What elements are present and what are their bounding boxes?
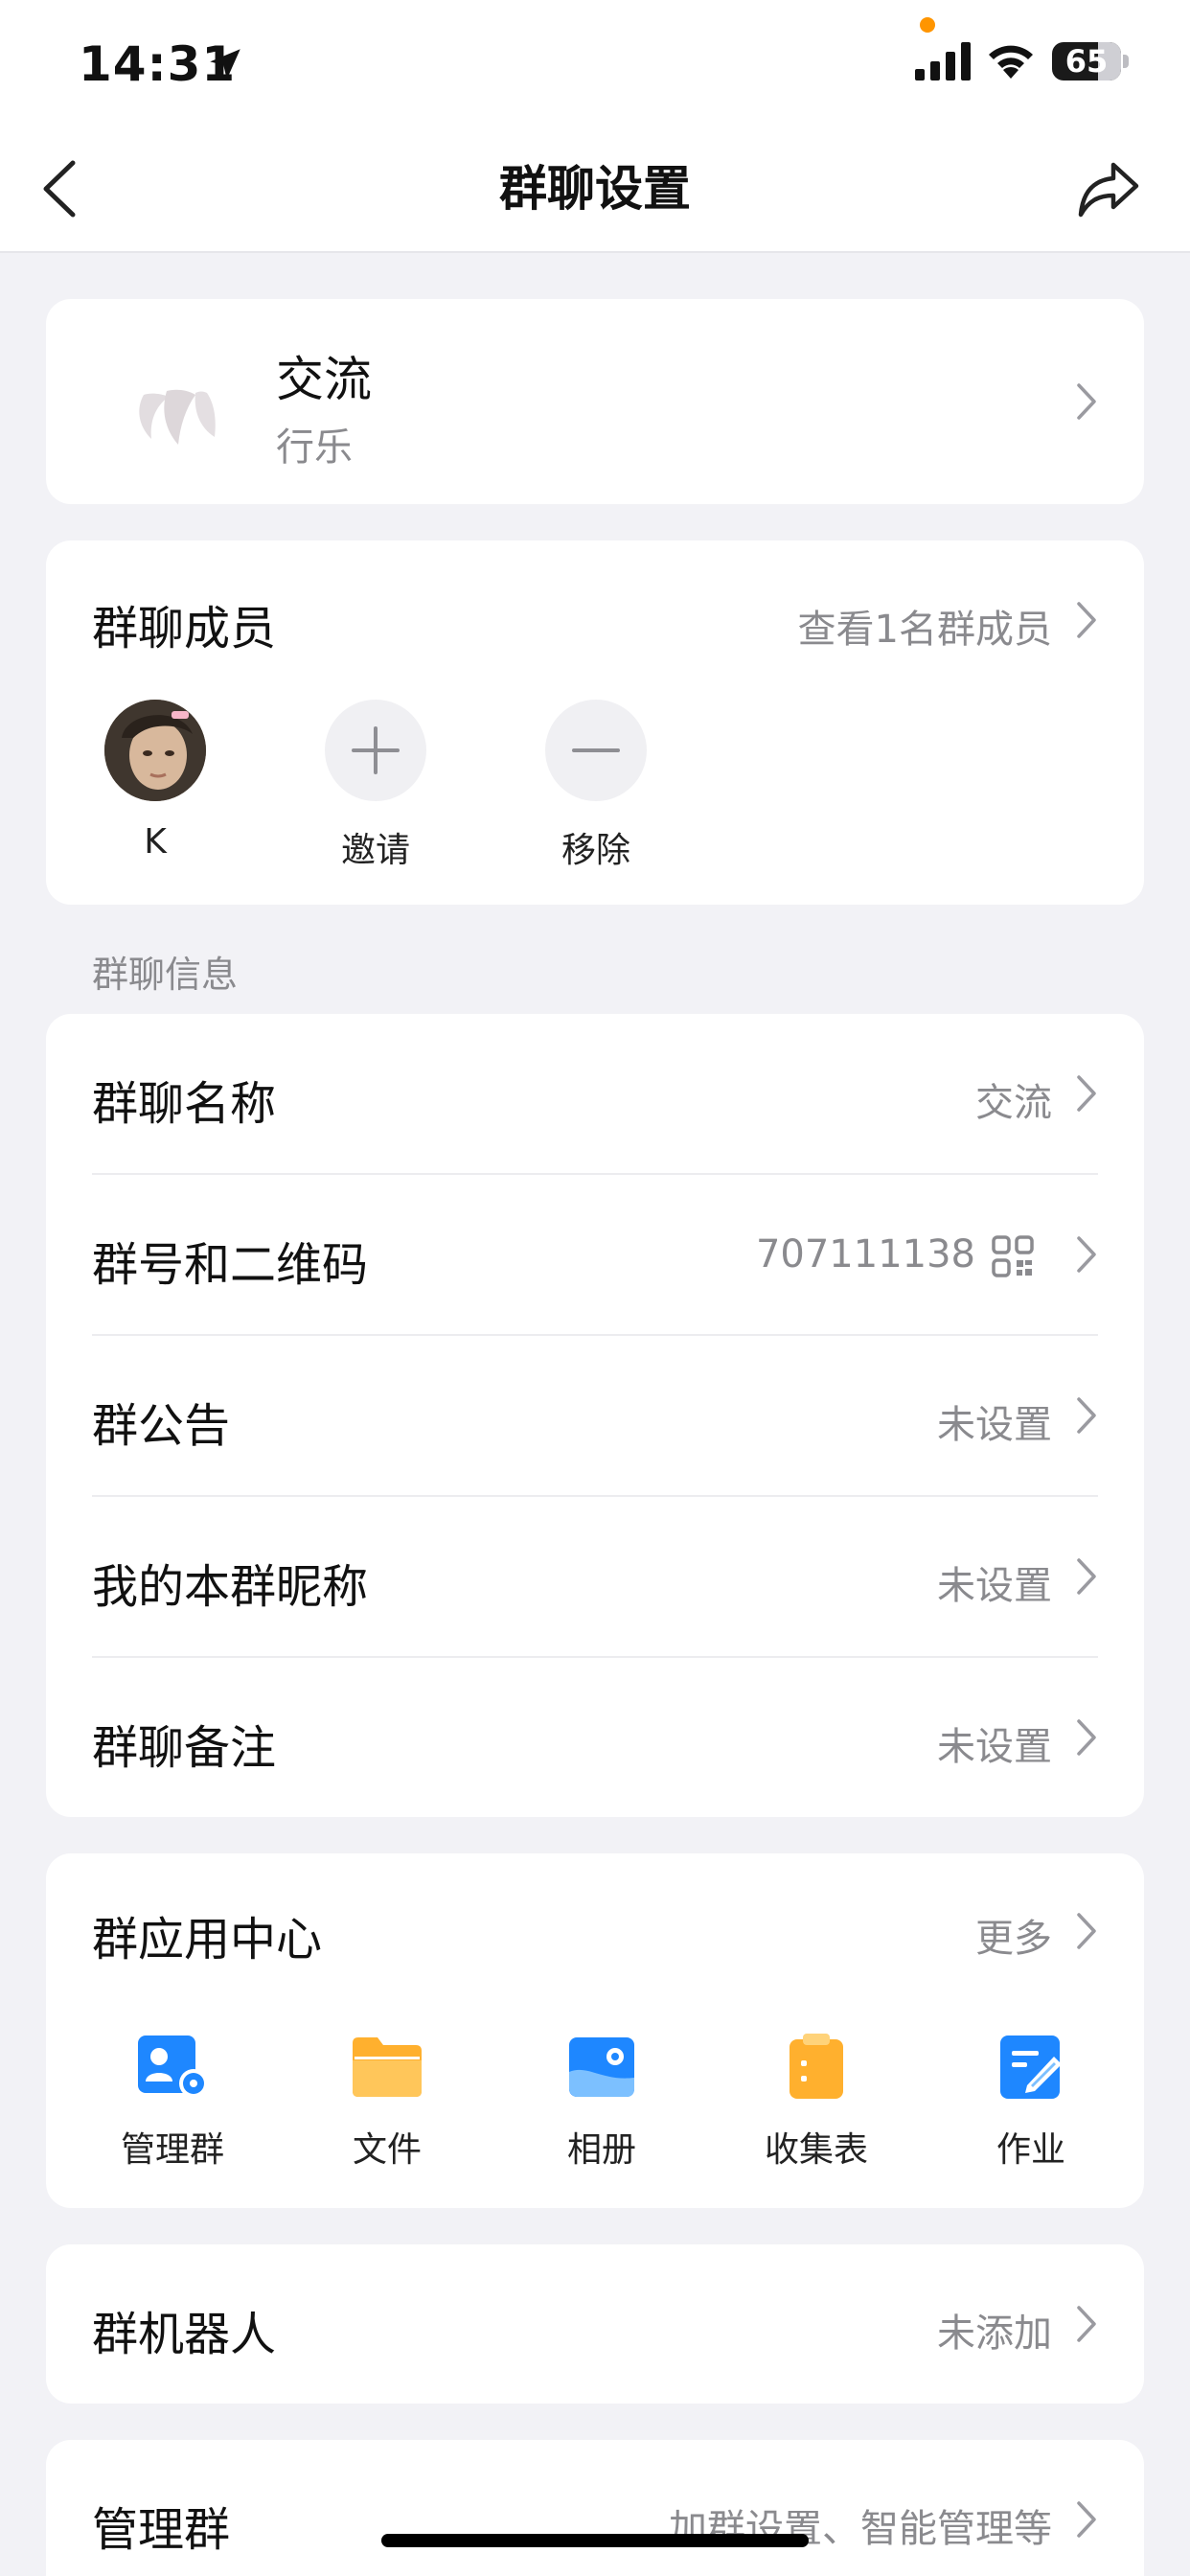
- row-label: 群聊备注: [92, 1721, 277, 1775]
- row-value: 未设置: [937, 1403, 1052, 1447]
- invite-label: 邀请: [340, 831, 410, 870]
- chevron-right-icon: [1077, 602, 1096, 638]
- row-value: 未设置: [937, 1725, 1052, 1769]
- share-icon[interactable]: [1077, 159, 1140, 218]
- row-label: 管理群: [92, 2503, 231, 2557]
- chevron-right-icon: [1077, 2501, 1096, 2538]
- app-center-title: 群应用中心: [92, 1913, 323, 1966]
- view-all-members-link[interactable]: 查看1名群成员: [798, 598, 1052, 654]
- app-homework[interactable]: 作业: [945, 2028, 1117, 2172]
- app-collection-form[interactable]: 收集表: [730, 2028, 903, 2172]
- members-title: 群聊成员: [92, 602, 277, 656]
- app-album[interactable]: 相册: [515, 2028, 688, 2172]
- album-icon: [569, 2037, 634, 2097]
- home-indicator[interactable]: [381, 2534, 809, 2547]
- battery-level: 65: [1064, 43, 1109, 80]
- group-remark-row[interactable]: 群聊备注 未设置: [46, 1658, 1144, 1817]
- remove-label: 移除: [561, 831, 630, 870]
- battery-indicator: 65: [1052, 42, 1129, 80]
- members-card: 群聊成员 查看1名群成员 K 邀请 移除: [46, 540, 1144, 905]
- qr-code-icon: [992, 1235, 1034, 1277]
- homework-icon: [1000, 2036, 1062, 2099]
- plus-icon: [325, 700, 426, 801]
- row-label: 群聊名称: [92, 1077, 277, 1131]
- row-label: 群机器人: [92, 2308, 277, 2361]
- row-label: 群公告: [92, 1399, 231, 1453]
- row-value: 交流: [975, 1081, 1052, 1125]
- group-number-value: 707111138: [755, 1232, 975, 1276]
- app-manage-group[interactable]: 管理群: [86, 2028, 259, 2172]
- group-avatar: [139, 389, 216, 445]
- group-number-qr-row[interactable]: 群号和二维码 707111138: [46, 1175, 1144, 1336]
- location-arrow-icon: [210, 49, 240, 80]
- app-center-more-link[interactable]: 更多: [975, 1907, 1052, 1963]
- manage-group-row[interactable]: 管理群 加群设置、智能管理等: [46, 2440, 1144, 2576]
- minus-icon: [545, 700, 647, 801]
- chevron-right-icon: [1077, 2306, 1096, 2342]
- group-app-center-card: 群应用中心 更多 管理群 文件 相册 收集表 作业: [46, 1853, 1144, 2208]
- page-title: 群聊设置: [499, 161, 691, 217]
- group-profile-card[interactable]: 交流 行乐: [46, 299, 1144, 504]
- app-label: 作业: [995, 2130, 1065, 2170]
- nav-bar: 群聊设置: [0, 125, 1190, 253]
- status-bar: 14:31 65: [0, 0, 1190, 125]
- row-value: 未添加: [937, 2312, 1052, 2356]
- row-value: 未设置: [937, 1564, 1052, 1608]
- app-file[interactable]: 文件: [301, 2028, 473, 2172]
- app-label: 相册: [566, 2130, 636, 2170]
- remove-member-button[interactable]: 移除: [519, 700, 673, 872]
- chevron-right-icon: [1077, 1236, 1096, 1273]
- group-info-card: 群聊名称 交流 群号和二维码 707111138 群公告 未设置 我的本群昵称 …: [46, 1014, 1144, 1817]
- member-item[interactable]: K: [79, 700, 232, 862]
- section-title-group-info: 群聊信息: [92, 954, 239, 996]
- chevron-right-icon: [1077, 383, 1096, 420]
- group-name: 交流: [276, 352, 372, 407]
- chevron-right-icon: [1077, 1397, 1096, 1434]
- invite-member-button[interactable]: 邀请: [299, 700, 452, 872]
- group-subtitle: 行乐: [276, 426, 353, 470]
- chevron-right-icon: [1077, 1719, 1096, 1756]
- chevron-right-icon: [1077, 1075, 1096, 1112]
- cellular-signal-icon: [915, 42, 971, 80]
- form-icon: [790, 2034, 843, 2099]
- privacy-indicator-dot: [920, 17, 935, 33]
- row-label: 群号和二维码: [92, 1238, 369, 1292]
- chevron-right-icon: [1077, 1558, 1096, 1595]
- group-announcement-row[interactable]: 群公告 未设置: [46, 1336, 1144, 1497]
- avatar: [104, 700, 206, 801]
- member-name: K: [144, 822, 167, 862]
- row-label: 我的本群昵称: [92, 1560, 369, 1614]
- app-label: 收集表: [764, 2130, 868, 2170]
- my-group-nickname-row[interactable]: 我的本群昵称 未设置: [46, 1497, 1144, 1658]
- group-robot-row[interactable]: 群机器人 未添加: [46, 2244, 1144, 2404]
- wifi-icon: [989, 45, 1033, 79]
- folder-icon: [353, 2037, 422, 2097]
- manage-group-icon: [138, 2036, 208, 2098]
- group-name-row[interactable]: 群聊名称 交流: [46, 1014, 1144, 1175]
- chevron-right-icon: [1077, 1913, 1096, 1949]
- app-label: 文件: [352, 2130, 422, 2170]
- app-label: 管理群: [120, 2130, 224, 2170]
